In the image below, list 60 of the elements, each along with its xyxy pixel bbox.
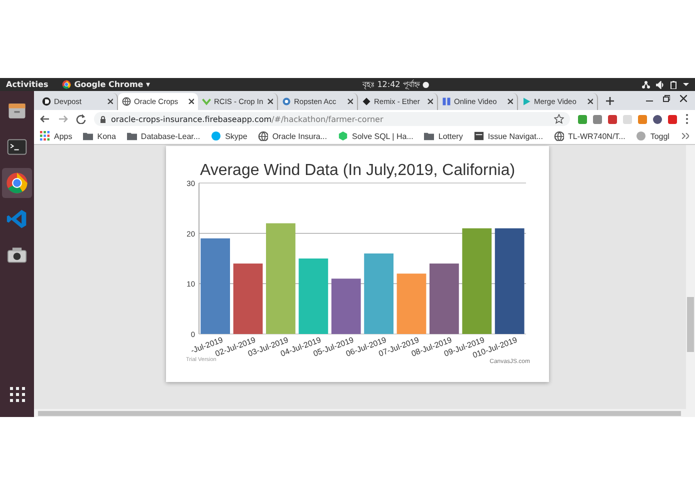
more-icon bbox=[685, 114, 689, 124]
code-editor-icon bbox=[6, 208, 28, 230]
chart-title: Average Wind Data (In July,2019, California) bbox=[200, 162, 516, 179]
close-icon bbox=[680, 95, 687, 102]
star-icon bbox=[554, 114, 564, 124]
close-icon[interactable] bbox=[107, 97, 113, 106]
apps-grid-icon bbox=[10, 386, 24, 402]
bookmark[interactable]: Solve SQL | Ha... bbox=[338, 131, 414, 141]
chrome-icon bbox=[62, 80, 72, 89]
folder-icon bbox=[126, 131, 137, 141]
clock[interactable]: বৃহঃ 12:42 পূর্বাহ্ন ● bbox=[164, 78, 628, 91]
bookmark[interactable]: TL-WR740N/T... bbox=[554, 131, 626, 141]
bookmark[interactable]: Issue Navigat... bbox=[474, 131, 543, 141]
vertical-scrollbar[interactable] bbox=[686, 145, 695, 409]
forward-icon bbox=[58, 114, 68, 124]
close-icon[interactable] bbox=[587, 97, 593, 106]
close-icon[interactable] bbox=[427, 97, 433, 106]
bar bbox=[396, 274, 426, 334]
horizontal-scrollbar[interactable] bbox=[34, 409, 695, 417]
hexagon-icon bbox=[338, 131, 348, 141]
bookmark[interactable]: Skype bbox=[211, 131, 248, 141]
terminal-icon bbox=[6, 136, 28, 158]
battery-icon bbox=[670, 80, 677, 88]
volume-icon bbox=[656, 80, 664, 88]
bookmark[interactable]: Toggl bbox=[636, 131, 670, 141]
folder-icon bbox=[83, 131, 94, 141]
new-tab-icon bbox=[606, 97, 614, 105]
activities-button[interactable]: Activities bbox=[6, 80, 48, 89]
reload-icon bbox=[76, 114, 86, 124]
url-text: oracle-crops-insurance.firebaseapp.com/#/hackathon/farmer-corner bbox=[111, 114, 384, 124]
address-bar[interactable]: oracle-crops-insurance.firebaseapp.com/#/hackathon/farmer-corner bbox=[94, 112, 570, 126]
app-menu[interactable]: Google Chrome ▾ bbox=[62, 80, 150, 89]
bookmark[interactable]: Oracle Insura... bbox=[258, 131, 327, 141]
extension-icon bbox=[578, 114, 587, 124]
inbox-icon bbox=[474, 131, 484, 141]
bar bbox=[430, 264, 459, 334]
folder-icon bbox=[424, 131, 434, 141]
back-icon bbox=[40, 114, 50, 124]
restore-icon bbox=[663, 95, 670, 102]
close-icon[interactable] bbox=[267, 97, 273, 106]
bookmark[interactable]: Kona bbox=[83, 131, 116, 141]
bookmark[interactable]: Lottery bbox=[424, 131, 463, 141]
avatar-icon bbox=[653, 114, 662, 124]
bookmark[interactable]: Apps bbox=[40, 131, 72, 141]
network-icon bbox=[642, 80, 650, 88]
caret-icon bbox=[683, 83, 689, 86]
close-icon[interactable] bbox=[507, 97, 513, 106]
diamond-icon bbox=[362, 97, 371, 106]
bar bbox=[233, 264, 263, 334]
chrome-icon bbox=[6, 172, 28, 194]
lock-icon bbox=[100, 116, 106, 122]
apps-icon bbox=[40, 131, 50, 141]
more-bookmarks-icon[interactable] bbox=[682, 132, 689, 140]
bar bbox=[331, 278, 361, 334]
devpost-icon bbox=[42, 97, 51, 106]
extension-icon bbox=[668, 114, 677, 124]
bookmark[interactable]: Database-Lear... bbox=[126, 131, 200, 141]
close-icon[interactable] bbox=[188, 97, 194, 106]
close-icon[interactable] bbox=[347, 97, 353, 106]
play-icon bbox=[522, 97, 531, 106]
